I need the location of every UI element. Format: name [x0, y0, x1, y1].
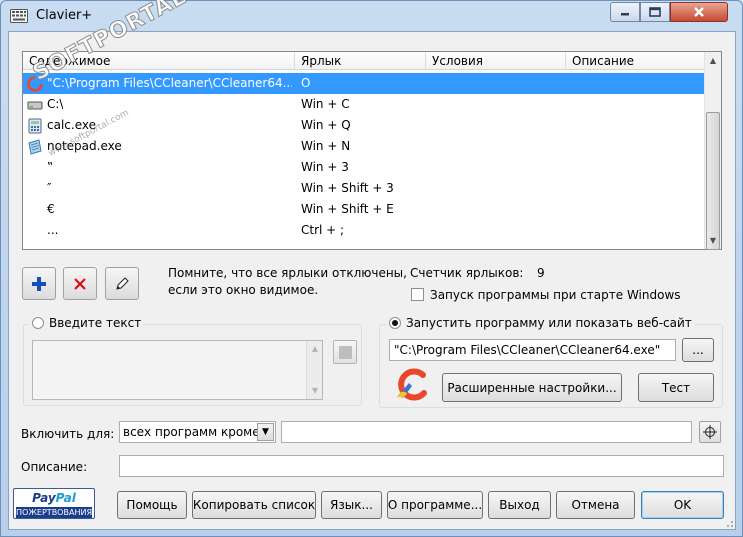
list-scrollbar[interactable]: ▲ ▼ [704, 52, 721, 250]
program-radio[interactable] [389, 317, 401, 329]
row-shortcut: Win + 3 [301, 160, 349, 174]
list-header: Содержимое Ярлык Условия Описание [23, 52, 705, 70]
notepad-icon [28, 139, 42, 155]
test-button[interactable]: Тест [638, 373, 714, 402]
text-radio-label: Введите текст [49, 316, 142, 330]
enable-for-select-value: всех программ кроме [123, 425, 260, 439]
crosshair-icon [703, 425, 717, 439]
browse-button[interactable]: ... [682, 338, 714, 362]
minimize-button[interactable] [610, 2, 640, 22]
maximize-button[interactable] [640, 2, 670, 22]
table-row[interactable]: "C:\Program Files\CCleaner\CCleaner64...… [23, 73, 705, 94]
enable-for-select[interactable]: всех программ кроме ▼ [119, 421, 276, 443]
column-header-description[interactable]: Описание [566, 52, 705, 70]
help-button[interactable]: Помощь [117, 491, 187, 519]
text-groupbox: ▲ ▼ [23, 324, 362, 406]
plus-icon [32, 276, 46, 291]
row-content: ″ [47, 181, 52, 195]
close-icon [694, 7, 704, 17]
resize-grip-icon[interactable] [724, 518, 734, 528]
program-path-input[interactable]: "C:\Program Files\CCleaner\CCleaner64.ex… [389, 339, 676, 361]
paypal-donate-label: ПОЖЕРТВОВАНИЯ [16, 507, 92, 518]
table-row[interactable]: ... Ctrl + ; [23, 220, 705, 241]
square-icon [339, 346, 352, 359]
minimize-icon [621, 13, 629, 16]
chevron-down-icon[interactable]: ▼ [257, 423, 274, 441]
column-header-conditions[interactable]: Условия [426, 52, 566, 70]
shortcut-list[interactable]: Содержимое Ярлык Условия Описание "C:\Pr… [22, 51, 722, 250]
delete-shortcut-button[interactable] [63, 267, 97, 300]
scroll-up-arrow-icon[interactable]: ▲ [705, 52, 721, 69]
row-content: "C:\Program Files\CCleaner\CCleaner64...… [47, 76, 292, 90]
text-input-area[interactable]: ▲ ▼ [32, 340, 323, 400]
program-radio-label: Запустить программу или показать веб-сай… [406, 316, 692, 330]
ccleaner-logo-icon [397, 368, 427, 401]
table-row[interactable]: ″ Win + Shift + 3 [23, 178, 705, 199]
paypal-logo-pal: Pal [55, 491, 76, 505]
advanced-settings-button[interactable]: Расширенные настройки... [442, 373, 622, 402]
row-content: € [47, 202, 55, 216]
program-groupbox: "C:\Program Files\CCleaner\CCleaner64.ex… [379, 324, 723, 408]
counter-value: 9 [537, 266, 545, 280]
client-area: Содержимое Ярлык Условия Описание "C:\Pr… [8, 0, 736, 530]
maximize-icon [649, 7, 661, 17]
row-shortcut: Win + Shift + 3 [301, 181, 394, 195]
text-radio[interactable] [32, 317, 44, 329]
startup-label[interactable]: Запуск программы при старте Windows [430, 288, 681, 302]
row-shortcut: O [301, 76, 311, 90]
cancel-button[interactable]: Отмена [556, 491, 635, 519]
table-row[interactable]: € Win + Shift + E [23, 199, 705, 220]
counter-label: Счетчик ярлыков: [410, 266, 524, 280]
table-row[interactable]: notepad.exe Win + N [23, 136, 705, 157]
description-input[interactable] [119, 455, 724, 477]
copy-list-button[interactable]: Копировать список [192, 491, 316, 519]
enable-for-label: Включить для: [21, 427, 115, 441]
edit-shortcut-button[interactable] [105, 267, 139, 300]
main-window: Clavier+ Содержимое Ярлык Условия Описан… [0, 0, 743, 537]
window-title: Clavier+ [36, 8, 93, 23]
text-scroll-up-icon[interactable]: ▲ [307, 341, 323, 357]
disabled-note-line2: если это окно видимое. [168, 283, 319, 297]
row-content: ... [47, 223, 59, 237]
startup-checkbox[interactable] [411, 288, 424, 301]
scroll-thumb[interactable] [706, 112, 720, 250]
paypal-logo: PayPal [14, 491, 94, 506]
row-content: ‟ [47, 160, 54, 174]
ok-button[interactable]: OK [641, 491, 724, 519]
add-shortcut-button[interactable] [22, 267, 56, 300]
paypal-donate-button[interactable]: PayPal ПОЖЕРТВОВАНИЯ [13, 488, 95, 519]
description-label: Описание: [21, 460, 88, 474]
pencil-icon [116, 276, 129, 290]
about-button[interactable]: О программе... [387, 491, 483, 519]
row-shortcut: Win + Q [301, 118, 351, 132]
text-radio-option[interactable]: Введите текст [29, 316, 145, 330]
row-content: C:\ [47, 97, 64, 111]
text-special-button[interactable] [333, 340, 357, 364]
programs-list-input[interactable] [281, 421, 692, 443]
calculator-icon [28, 118, 42, 134]
language-button[interactable]: Язык... [321, 491, 382, 519]
window-picker-button[interactable] [699, 421, 721, 443]
paypal-logo-pay: Pay [32, 491, 56, 505]
text-scroll-down-icon[interactable]: ▼ [307, 383, 323, 399]
scroll-down-arrow-icon[interactable]: ▼ [705, 232, 721, 249]
drive-icon [27, 101, 43, 110]
exit-button[interactable]: Выход [488, 491, 551, 519]
row-shortcut: Win + Shift + E [301, 202, 394, 216]
row-shortcut: Ctrl + ; [301, 223, 345, 237]
text-area-scrollbar[interactable]: ▲ ▼ [306, 341, 322, 399]
delete-x-icon [74, 277, 86, 290]
column-header-shortcut[interactable]: Ярлык [295, 52, 426, 70]
row-shortcut: Win + C [301, 97, 350, 111]
keyboard-icon [10, 9, 28, 23]
row-shortcut: Win + N [301, 139, 351, 153]
close-button[interactable] [670, 2, 728, 22]
program-radio-option[interactable]: Запустить программу или показать веб-сай… [386, 316, 695, 330]
table-row[interactable]: ‟ Win + 3 [23, 157, 705, 178]
disabled-note-line1: Помните, что все ярлыки отключены, [168, 266, 407, 280]
